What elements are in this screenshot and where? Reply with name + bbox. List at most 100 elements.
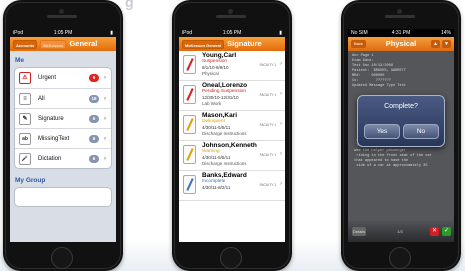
home-button[interactable] [51,247,73,269]
document-type: Discharge Instructions [202,161,247,166]
no-button[interactable]: No [403,124,439,139]
signature-screen: iPod 1:05 PM ▮ McKesson General Signatur… [179,29,285,242]
phone-physical: No SIM 4:31 PM 14% Back Physical ▲ ▼ Acc… [341,0,461,271]
camera [59,9,64,14]
chevron-right-icon: › [280,121,282,127]
nav-title: General [69,39,98,48]
bottom-toolbar: Details 1/3 ✕ ✓ [348,221,454,242]
chevron-right-icon: › [280,151,282,157]
section-my-group: My Group [15,177,46,184]
list-item[interactable]: Oneal,Lorenzo Pending Suspension 12/30/10-… [179,81,285,111]
clock: 1:05 PM [222,30,242,36]
list-item[interactable]: Mason,Kari Delinquent 4/30/11-5/5/11 Discha… [179,111,285,141]
pen-icon: ✎ [19,113,31,125]
accept-icon[interactable]: ✓ [442,227,451,236]
patient-name: Oneal,Lorenzo [202,82,248,89]
list-item[interactable]: Young,Carl Suspension 8/1/10-8/9/10 Physica… [179,51,285,81]
chevron-right-icon: › [280,61,282,67]
yes-button[interactable]: Yes [364,124,400,139]
count-badge: 6 [89,155,99,163]
chevron-right-icon: › [104,75,106,81]
nav-title: Physical [385,39,417,48]
chevron-right-icon: › [104,116,106,122]
list-item[interactable]: Johnson,Kenneth Warning 4/30/11-5/5/11 Disc… [179,141,285,171]
camera [228,9,233,14]
count-badge: 9 [89,74,99,82]
count-badge: 18 [89,95,99,103]
list-item[interactable]: Banks,Edward Incomplete 4/30/11-8/2/11 FACI… [179,171,285,201]
facility-label: FACILITY 1 [259,153,276,157]
facility-label: FACILITY 1 [259,183,276,187]
text-field-icon: ab [19,133,31,145]
row-urgent[interactable]: ⚠ Urgent 9 › [15,68,111,88]
group-list [14,187,112,207]
pen-icon [183,175,196,194]
chevron-right-icon: › [104,156,106,162]
nav-title: Signature [227,39,262,48]
facility-label: FACILITY 1 [259,123,276,127]
speaker [385,15,415,18]
details-button[interactable]: Details [352,227,366,236]
background-decoration: g [125,0,134,10]
alert-icon: ⚠ [19,72,31,84]
phone-general: iPod 1:05 PM ▮ Accounts McKesson General… [3,0,123,271]
speaker [47,15,77,18]
mckesson-button[interactable]: McKesson [40,39,67,49]
patient-name: Johnson,Kenneth [202,142,257,149]
pen-icon [183,115,196,134]
count-badge: 6 [89,135,99,143]
complete-dialog: Complete? Yes No [357,95,445,147]
count-badge: 5 [89,115,99,123]
back-button[interactable]: Back [351,40,366,48]
facility-label: FACILITY 1 [259,63,276,67]
document-type: Physical [202,71,219,76]
status-bar: iPod 1:05 PM ▮ [179,29,285,37]
camera [397,9,402,14]
row-label: Urgent [38,75,57,81]
page-indicator: 1/3 [397,229,403,234]
reject-icon[interactable]: ✕ [430,227,439,236]
next-arrow-icon[interactable]: ▼ [442,40,451,48]
speaker [216,15,246,18]
pen-icon [183,55,196,74]
back-button[interactable]: McKesson General [182,39,225,49]
row-signature[interactable]: ✎ Signature 5 › [15,108,111,128]
document-list: Young,Carl Suspension 8/1/10-8/9/10 Physica… [179,51,285,201]
pen-icon [183,85,196,104]
phone-signature: iPod 1:05 PM ▮ McKesson General Signatur… [172,0,292,271]
screenshot-stage: g iPod 1:05 PM ▮ Accounts McKesson Gener… [0,0,465,271]
document-type: Discharge Instructions [202,131,247,136]
previous-arrow-icon[interactable]: ▲ [431,40,440,48]
facility-label: FACILITY 1 [259,93,276,97]
patient-name: Young,Carl [202,52,237,59]
document-type: Lab Work [202,101,222,106]
microphone-icon: 🎤 [19,153,31,165]
dialog-title: Complete? [384,103,418,110]
row-label: MissingText [38,136,70,142]
clock: 4:31 PM [391,30,411,36]
general-screen: iPod 1:05 PM ▮ Accounts McKesson General… [10,29,116,242]
patient-name: Banks,Edward [202,172,247,179]
list-icon: ≡ [19,93,31,105]
row-missingtext[interactable]: ab MissingText 6 › [15,128,111,148]
physical-screen: No SIM 4:31 PM 14% Back Physical ▲ ▼ Acc… [348,29,454,242]
status-bar: iPod 1:05 PM ▮ [10,29,116,37]
home-button[interactable] [389,247,411,269]
chevron-right-icon: › [104,136,106,142]
folder-list: ⚠ Urgent 9 › ≡ All 18 › ✎ Signature 5 › [14,67,112,169]
pen-icon [183,145,196,164]
nav-bar: Back Physical ▲ ▼ [348,37,454,51]
row-label: All [38,96,45,102]
patient-name: Mason,Kari [202,112,238,119]
accounts-back-button[interactable]: Accounts [13,39,38,49]
chevron-right-icon: › [280,91,282,97]
nav-bar: McKesson General Signature [179,37,285,51]
nav-bar: Accounts McKesson General [10,37,116,51]
home-button[interactable] [220,247,242,269]
status-bar: No SIM 4:31 PM 14% [348,29,454,37]
row-dictation[interactable]: 🎤 Dictation 6 › [15,148,111,168]
row-label: Dictation [38,156,62,162]
row-label: Signature [38,116,64,122]
row-all[interactable]: ≡ All 18 › [15,88,111,108]
chevron-right-icon: › [280,181,282,187]
